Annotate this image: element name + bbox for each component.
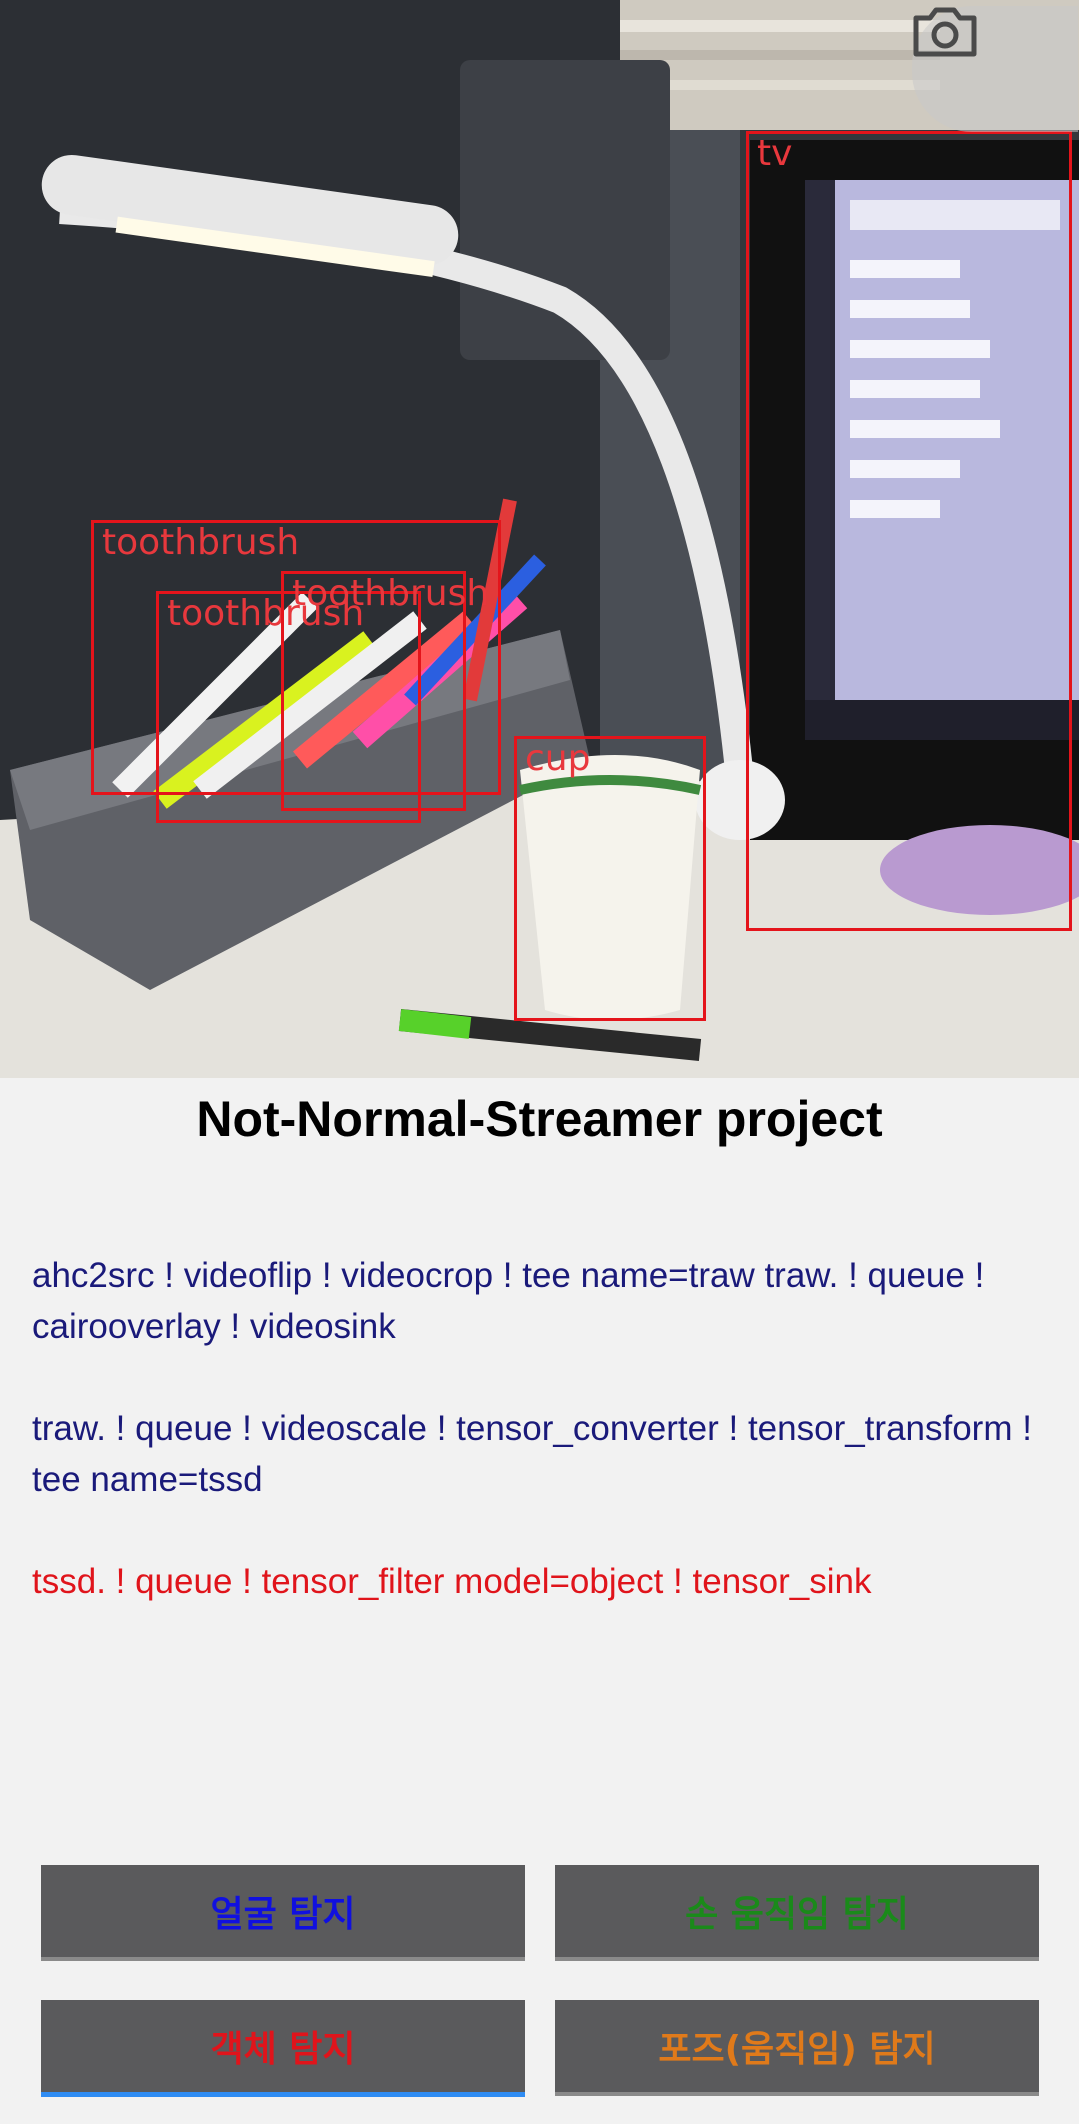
capture-button[interactable] [912, 6, 1078, 132]
face-detection-button[interactable]: 얼굴 탐지 [41, 1865, 525, 1957]
page-title: Not-Normal-Streamer project [196, 1091, 883, 1147]
pipeline-text-1: ahc2src ! videoflip ! videocrop ! tee na… [32, 1256, 985, 1346]
pipeline-text-3: tssd. ! queue ! tensor_filter model=obje… [32, 1562, 872, 1601]
detection-label: cup [525, 738, 591, 779]
pose-detection-label: 포즈(움직임) 탐지 [658, 2029, 936, 2070]
camera-icon [913, 7, 977, 57]
detection-label: toothbrush [102, 522, 300, 563]
object-detection-button[interactable]: 객체 탐지 [41, 2000, 525, 2092]
detection-box-toothbrush: toothbrush [281, 571, 489, 811]
detection-box-tv: tv [746, 131, 1072, 931]
hand-motion-detection-label: 손 움직임 탐지 [685, 1894, 909, 1935]
detection-box-cup: cup [514, 736, 706, 1021]
pipeline-text-2: traw. ! queue ! videoscale ! tensor_conv… [32, 1409, 1032, 1499]
hand-motion-detection-button[interactable]: 손 움직임 탐지 [555, 1865, 1039, 1957]
face-detection-label: 얼굴 탐지 [210, 1894, 356, 1935]
pose-detection-button[interactable]: 포즈(움직임) 탐지 [555, 2000, 1039, 2092]
detection-label: toothbrush [292, 573, 490, 614]
object-detection-label: 객체 탐지 [210, 2029, 356, 2070]
camera-preview: tv toothbrush toothbrush toothbrush cup [0, 0, 1079, 1078]
detection-label: tv [757, 133, 793, 174]
